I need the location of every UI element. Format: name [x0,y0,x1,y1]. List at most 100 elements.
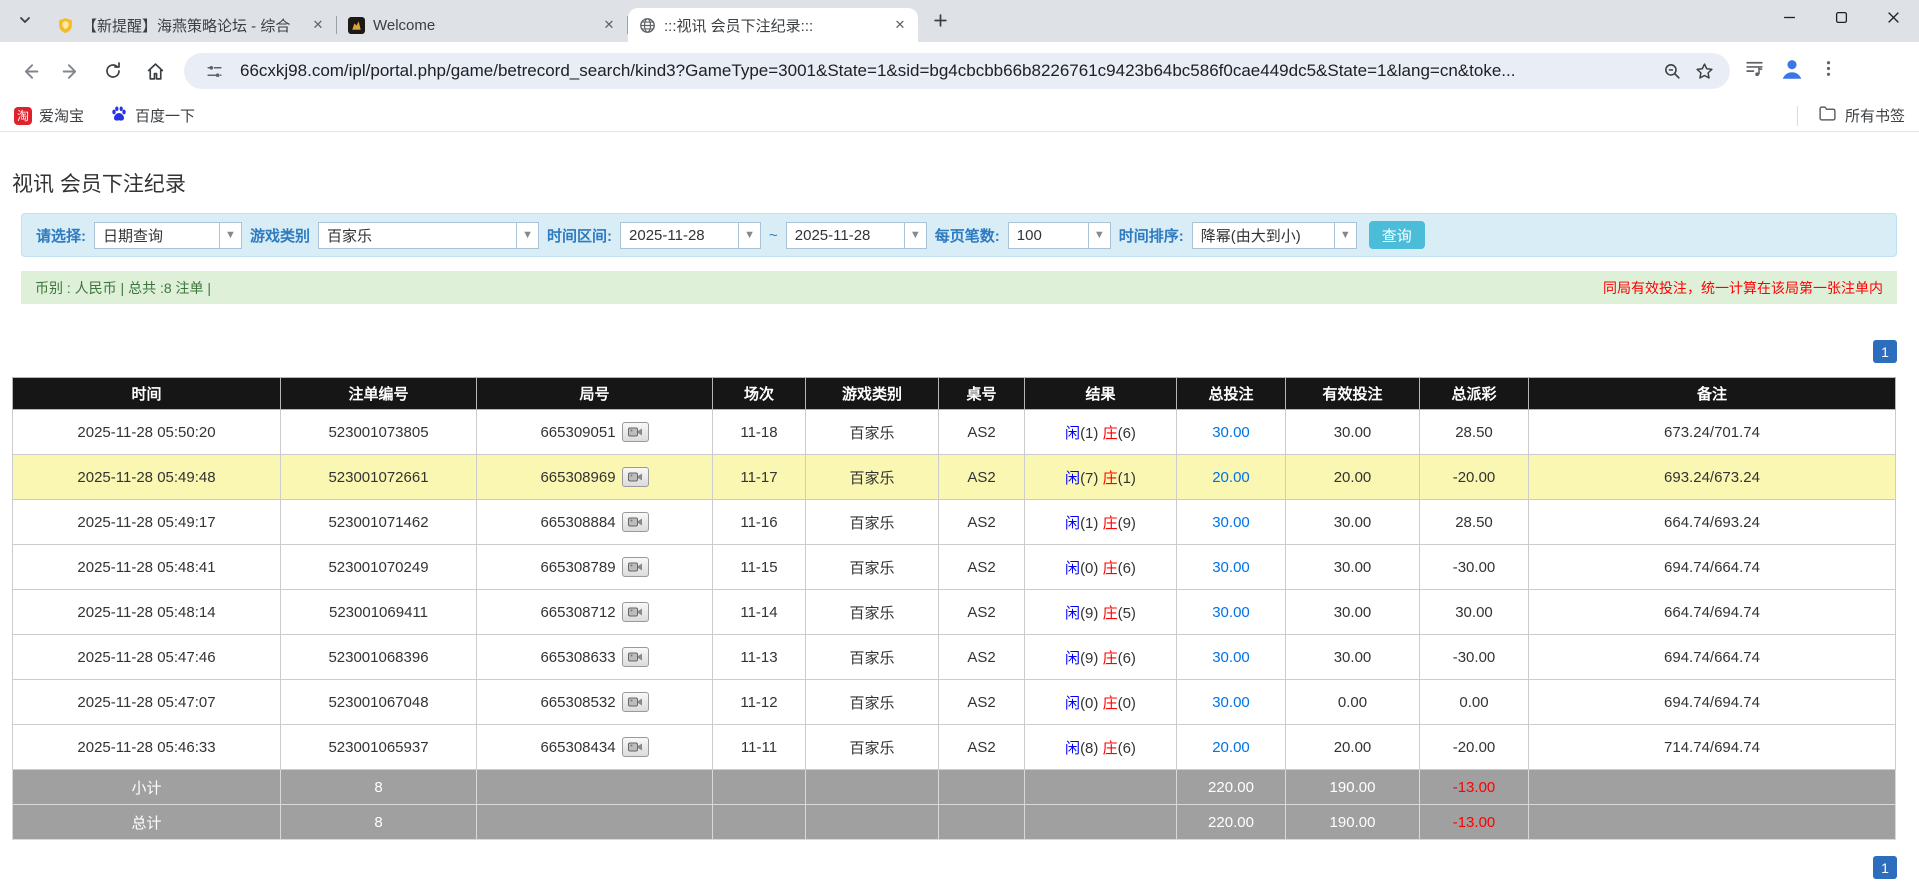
cell-table-no: AS2 [938,454,1025,500]
header-time: 时间 [12,377,281,410]
total-bet-link[interactable]: 20.00 [1212,469,1250,486]
tab-close-icon[interactable]: ✕ [308,15,328,35]
cell-round-id: 665308884 [476,499,713,545]
footer-label: 总计 [12,804,281,840]
profile-avatar[interactable] [1779,56,1805,87]
result-banker: 庄 [1102,469,1118,487]
video-camera-icon [627,562,642,572]
cell-session: 11-12 [712,679,806,725]
total-bet-link[interactable]: 30.00 [1212,649,1250,666]
cell-time: 2025-11-28 05:49:48 [12,454,281,500]
menu-dots-icon[interactable] [1819,59,1838,83]
sort-input[interactable] [1191,221,1334,249]
table-header-row: 时间 注单编号 局号 场次 游戏类别 桌号 结果 总投注 有效投注 总派彩 备注 [12,377,1896,410]
video-replay-button[interactable] [621,647,649,667]
url-text[interactable]: 66cxkj98.com/ipl/portal.php/game/betreco… [240,61,1656,81]
address-bar[interactable]: 66cxkj98.com/ipl/portal.php/game/betreco… [184,53,1730,89]
media-controls-icon[interactable] [1744,58,1765,84]
maximize-button[interactable] [1815,0,1867,34]
query-type-input[interactable] [94,221,219,249]
chevron-down-icon[interactable]: ▼ [219,221,242,249]
valid-bet-notice: 同局有效投注，统一计算在该局第一张注单内 [1603,279,1883,296]
cell-round-id: 665308532 [476,679,713,725]
total-bet-link[interactable]: 30.00 [1212,694,1250,711]
table-row: 2025-11-28 05:46:33 523001065937 665308434… [12,724,1896,770]
video-replay-button[interactable] [621,602,649,622]
cell-result: 闲(1) 庄(9) [1024,499,1177,545]
cell-table-no: AS2 [938,499,1025,545]
chevron-down-icon[interactable]: ▼ [903,221,927,249]
total-bet-link[interactable]: 30.00 [1212,559,1250,576]
tab-close-icon[interactable]: ✕ [599,15,619,35]
cell-payout: 28.50 [1419,499,1529,545]
tab-search-button[interactable] [10,7,40,37]
cell-game-type: 百家乐 [805,499,939,545]
chevron-down-icon[interactable]: ▼ [516,221,540,249]
site-settings-icon[interactable] [198,55,230,87]
video-replay-button[interactable] [621,692,649,712]
video-camera-icon [627,472,642,482]
search-button[interactable]: 查询 [1368,221,1425,249]
date-from-select[interactable]: ▼ [620,221,762,249]
footer-payout: -13.00 [1419,804,1529,840]
date-to-select[interactable]: ▼ [785,221,927,249]
page-1-button[interactable]: 1 [1873,340,1897,363]
tab-forum[interactable]: 【新提醒】海燕策略论坛 - 综合 ✕ [46,8,336,42]
sort-select[interactable]: ▼ [1191,221,1357,249]
total-bet-link[interactable]: 20.00 [1212,739,1250,756]
footer-table [938,769,1025,805]
bookmark-star-icon[interactable] [1688,55,1720,87]
cell-bet-id: 523001073805 [280,409,477,455]
query-type-select[interactable]: ▼ [94,221,242,249]
cell-payout: -20.00 [1419,454,1529,500]
total-row: 总计 8 220.00 190.00 -13.00 [12,804,1896,840]
all-bookmarks[interactable]: 所有书签 [1796,104,1905,127]
close-window-button[interactable] [1867,0,1919,34]
back-button[interactable] [10,52,48,90]
chevron-down-icon[interactable]: ▼ [1333,221,1357,249]
table-row: 2025-11-28 05:47:46 523001068396 665308633… [12,634,1896,680]
minimize-button[interactable] [1763,0,1815,34]
zoom-icon[interactable] [1656,55,1688,87]
video-replay-button[interactable] [621,422,649,442]
round-id-value: 665308532 [540,693,616,711]
video-replay-button[interactable] [621,467,649,487]
video-replay-button[interactable] [621,737,649,757]
cell-session: 11-17 [712,454,806,500]
date-from-input[interactable] [620,221,739,249]
bookmark-taobao[interactable]: 淘 爱淘宝 [14,105,84,126]
footer-remark [1528,804,1896,840]
bookmark-baidu[interactable]: 百度一下 [110,105,195,127]
header-valid-bet: 有效投注 [1285,377,1420,410]
date-to-input[interactable] [785,221,904,249]
per-page-select[interactable]: ▼ [1007,221,1111,249]
forward-button[interactable] [52,52,90,90]
new-tab-button[interactable] [926,9,954,37]
video-camera-icon [627,517,642,527]
video-camera-icon [627,652,642,662]
refresh-button[interactable] [94,52,132,90]
page-1-button[interactable]: 1 [1873,856,1897,879]
cell-time: 2025-11-28 05:47:07 [12,679,281,725]
total-bet-link[interactable]: 30.00 [1212,514,1250,531]
cell-payout: 0.00 [1419,679,1529,725]
chevron-down-icon[interactable]: ▼ [738,221,762,249]
result-player: 闲 [1065,739,1081,757]
per-page-input[interactable] [1007,221,1088,249]
tab-close-icon[interactable]: ✕ [890,15,910,35]
tab-welcome[interactable]: Welcome ✕ [337,8,627,42]
cell-time: 2025-11-28 05:50:20 [12,409,281,455]
game-type-select[interactable]: ▼ [318,221,540,249]
total-bet-link[interactable]: 30.00 [1212,424,1250,441]
video-camera-icon [627,697,642,707]
bookmark-label: 爱淘宝 [39,108,85,125]
round-id-value: 665309051 [540,423,616,441]
chevron-down-icon[interactable]: ▼ [1087,221,1111,249]
video-replay-button[interactable] [621,557,649,577]
game-type-input[interactable] [318,221,517,249]
video-replay-button[interactable] [621,512,649,532]
total-bet-link[interactable]: 30.00 [1212,604,1250,621]
home-button[interactable] [136,52,174,90]
tab-bet-records-active[interactable]: :::视讯 会员下注纪录::: ✕ [628,8,918,42]
cell-remark: 664.74/694.74 [1528,589,1896,635]
